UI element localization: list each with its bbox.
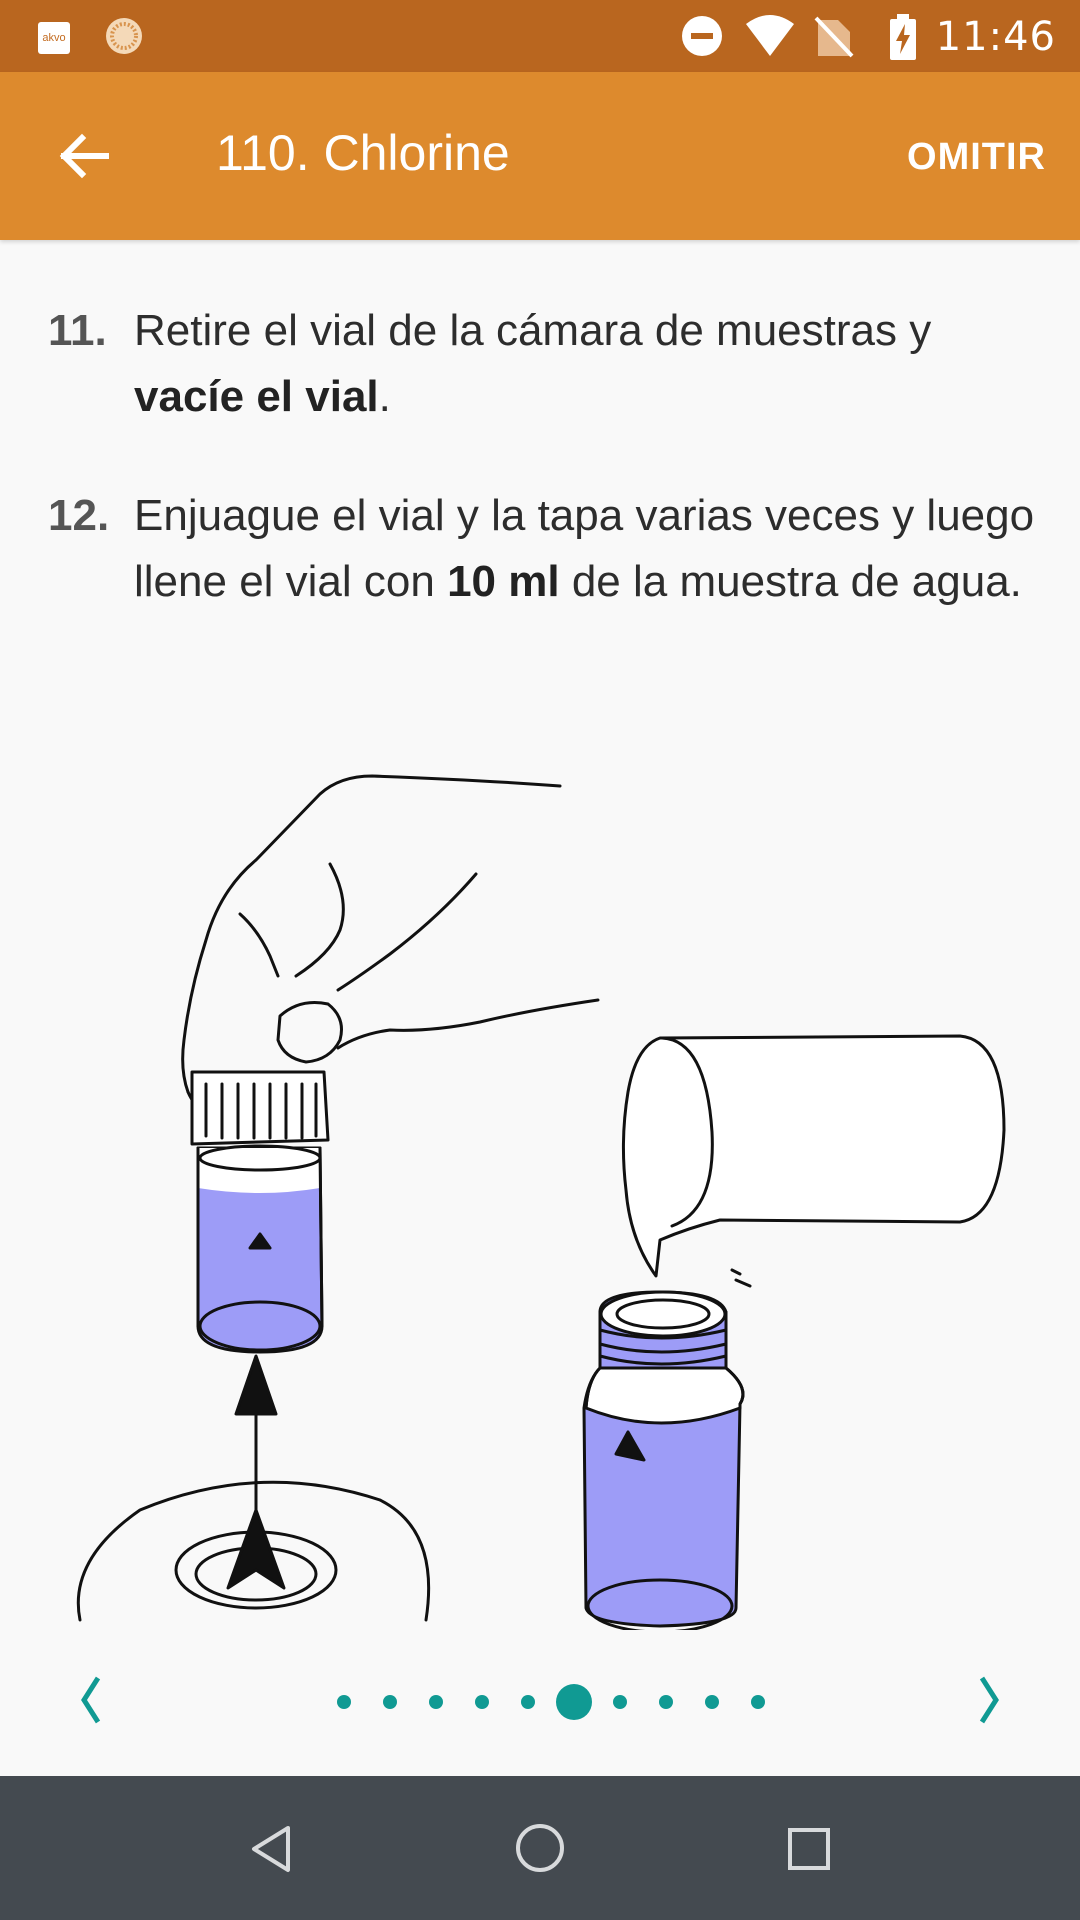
step-text: Retire el vial de la cámara de muestras … bbox=[134, 306, 932, 355]
caddisfly-app-icon bbox=[106, 18, 142, 54]
clock: 11:46 bbox=[935, 14, 1056, 60]
instruction-illustration bbox=[76, 774, 1006, 1630]
page-dot-active[interactable] bbox=[556, 1684, 592, 1720]
arrow-left-icon[interactable] bbox=[56, 128, 112, 184]
instruction-step: 12. Enjuague el vial y la tapa varias ve… bbox=[48, 483, 1038, 615]
page-indicator bbox=[0, 1662, 1080, 1742]
page-dot[interactable] bbox=[659, 1695, 673, 1709]
page-dot[interactable] bbox=[337, 1695, 351, 1709]
step-text: . bbox=[378, 372, 391, 421]
page-dot[interactable] bbox=[613, 1695, 627, 1709]
page-dot[interactable] bbox=[475, 1695, 489, 1709]
vial-filled bbox=[582, 1290, 745, 1630]
instruction-step: 11. Retire el vial de la cámara de muest… bbox=[48, 298, 1038, 430]
page-dot[interactable] bbox=[383, 1695, 397, 1709]
step-emphasis: 10 ml bbox=[447, 557, 560, 606]
app-bar: 110. Chlorine OMITIR bbox=[0, 72, 1080, 240]
home-circle-icon[interactable] bbox=[514, 1822, 566, 1874]
status-bar: akvo 11:46 bbox=[0, 0, 1080, 72]
battery-charging-icon bbox=[890, 14, 916, 60]
system-nav-bar bbox=[0, 1776, 1080, 1920]
instruction-list: 11. Retire el vial de la cámara de muest… bbox=[48, 298, 1038, 668]
wifi-icon bbox=[746, 15, 794, 56]
skip-button[interactable]: OMITIR bbox=[907, 136, 1046, 179]
page-dot[interactable] bbox=[751, 1695, 765, 1709]
sample-chamber bbox=[76, 1480, 431, 1622]
do-not-disturb-icon bbox=[682, 16, 722, 56]
akvo-app-icon: akvo bbox=[38, 22, 70, 54]
page-dot[interactable] bbox=[521, 1695, 535, 1709]
step-number: 12. bbox=[48, 491, 110, 540]
page-dot[interactable] bbox=[705, 1695, 719, 1709]
chevron-right-icon[interactable] bbox=[970, 1670, 1010, 1730]
vial-lifted bbox=[190, 1070, 330, 1354]
recents-square-icon[interactable] bbox=[786, 1826, 832, 1872]
beaker-pouring bbox=[621, 1034, 1006, 1288]
step-number: 11. bbox=[48, 306, 107, 355]
chevron-left-icon[interactable] bbox=[70, 1670, 110, 1730]
step-emphasis: vacíe el vial bbox=[134, 372, 379, 421]
no-sim-icon bbox=[814, 16, 854, 58]
step-text: de la muestra de agua. bbox=[559, 557, 1022, 606]
page-dot[interactable] bbox=[429, 1695, 443, 1709]
page-title: 110. Chlorine bbox=[216, 125, 510, 181]
back-triangle-icon[interactable] bbox=[246, 1824, 296, 1874]
